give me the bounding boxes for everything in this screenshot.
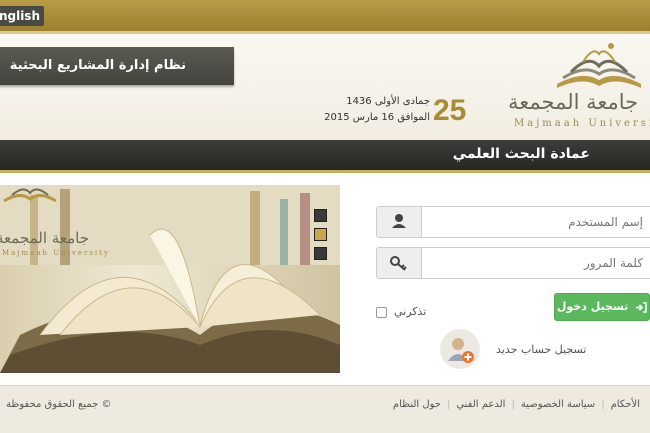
password-input[interactable]	[423, 248, 650, 278]
login-button-label: تسجيل دخول	[556, 300, 629, 313]
university-name: جامعة المجمعة	[508, 90, 639, 114]
date-gregorian: الموافق 16 مارس 2015	[324, 112, 430, 123]
slider-university-name: جامعة المجمعة	[0, 229, 89, 247]
site-header: نظام إدارة المشاريع البحثية 25 جمادى الأ…	[0, 34, 650, 140]
deanship-bar: عمادة البحث العلمي	[0, 140, 650, 170]
slide-dot-1[interactable]	[314, 209, 327, 222]
footer-separator: |	[511, 399, 515, 410]
remember-label: تذكرني	[394, 305, 427, 318]
university-latin-name: Majmaah University	[514, 118, 650, 129]
slider-logo-icon	[3, 188, 57, 203]
deanship-title: عمادة البحث العلمي	[452, 146, 590, 162]
footer-link-terms[interactable]: الأحكام	[605, 399, 646, 410]
username-field-group	[376, 206, 650, 238]
footer-separator: |	[446, 399, 451, 410]
open-book-image	[0, 185, 340, 373]
remember-checkbox[interactable]	[376, 307, 387, 318]
language-switch-button[interactable]: English	[0, 6, 44, 26]
footer-links: الأحكام | سياسة الخصوصية | الدعم الفني |…	[387, 399, 646, 410]
system-title-banner: نظام إدارة المشاريع البحثية	[0, 47, 234, 85]
date-day: 25	[433, 94, 467, 127]
slider-pagination	[314, 209, 327, 266]
slide-dot-3[interactable]	[314, 247, 327, 260]
copyright-text: جميع الحقوق محفوظة ©	[6, 399, 112, 410]
footer-separator: |	[601, 399, 605, 410]
add-user-icon[interactable]	[440, 329, 480, 369]
main-content: جامعة المجمعة Majmaah University تسجيل د…	[0, 173, 650, 385]
footer-link-privacy[interactable]: سياسة الخصوصية	[515, 399, 601, 410]
open-book-logo-icon	[557, 43, 641, 88]
top-bar: English	[0, 0, 650, 32]
user-icon	[377, 207, 422, 237]
slide-dot-2[interactable]	[314, 228, 327, 241]
login-button[interactable]: تسجيل دخول	[554, 293, 650, 321]
site-footer: جميع الحقوق محفوظة © الأحكام | سياسة الخ…	[0, 385, 650, 433]
sign-in-icon	[636, 301, 647, 313]
key-icon	[377, 248, 422, 278]
date-hijri: جمادى الأولى 1436	[346, 96, 430, 107]
username-input[interactable]	[423, 207, 650, 237]
slider-university-latin: Majmaah University	[2, 249, 110, 257]
register-link[interactable]: تسجيل حساب جديد	[496, 343, 586, 356]
footer-link-about[interactable]: حول النظام	[387, 399, 447, 410]
footer-link-support[interactable]: الدعم الفني	[450, 399, 511, 410]
image-slider: جامعة المجمعة Majmaah University	[0, 185, 340, 373]
remember-me[interactable]: تذكرني	[376, 305, 456, 321]
password-field-group	[376, 247, 650, 279]
